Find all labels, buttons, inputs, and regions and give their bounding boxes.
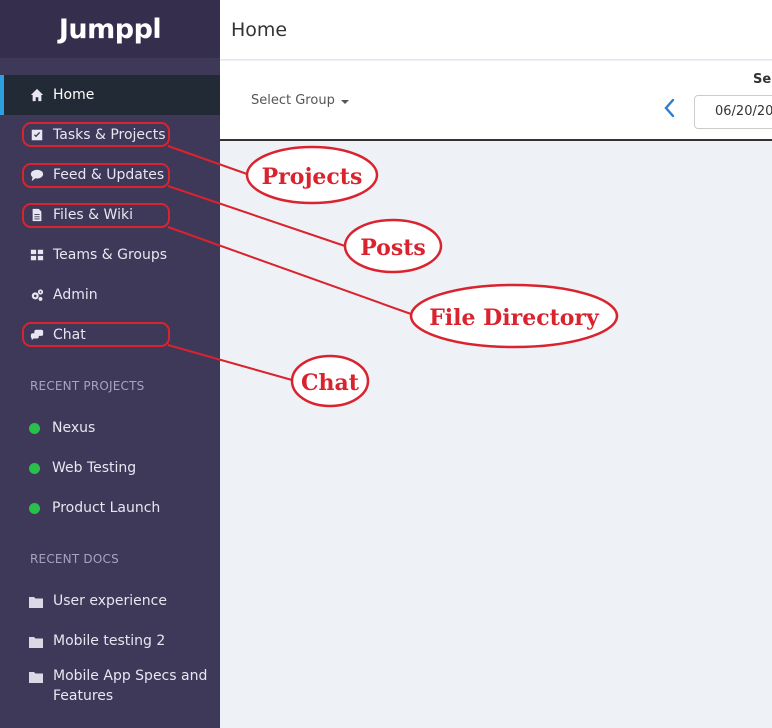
nav-label: Home (53, 87, 95, 103)
nav-item-home[interactable]: Home (0, 75, 220, 115)
caret-down-icon (340, 99, 349, 104)
select-group-dropdown[interactable]: Select Group (251, 93, 349, 108)
recent-projects-list: Nexus Web Testing Product Launch (0, 408, 220, 528)
sidebar: Jumppl Home Tasks & Projects Feed & Upda… (0, 0, 220, 728)
page-title: Home (231, 19, 288, 41)
doc-item-user-experience[interactable]: User experience (0, 581, 220, 621)
nav-item-feed-updates[interactable]: Feed & Updates (0, 155, 220, 195)
project-item-nexus[interactable]: Nexus (0, 408, 220, 448)
nav-item-files-wiki[interactable]: Files & Wiki (0, 195, 220, 235)
nav-label: Teams & Groups (53, 247, 168, 263)
recent-docs-title: RECENT DOCS (30, 552, 119, 566)
main-nav: Home Tasks & Projects Feed & Updates Fil… (0, 75, 220, 355)
status-dot (29, 502, 40, 514)
gears-icon (29, 287, 45, 303)
doc-label: Mobile testing 2 (53, 633, 166, 649)
logo-bar: Jumppl (0, 0, 220, 58)
callout-chat: Chat (301, 370, 360, 396)
chevron-left-icon[interactable] (662, 97, 678, 119)
callout-projects-bubble (245, 145, 379, 205)
project-label: Product Launch (52, 500, 161, 516)
project-label: Web Testing (52, 460, 137, 476)
folder-icon (29, 671, 43, 683)
nav-item-teams-groups[interactable]: Teams & Groups (0, 235, 220, 275)
select-date-label: Sel (753, 72, 772, 87)
date-input[interactable]: 06/20/20 (694, 95, 772, 129)
status-dot (29, 422, 40, 434)
nav-label: Chat (53, 327, 86, 343)
toolbar: Select Group Sel 06/20/20 (220, 61, 772, 141)
callout-file-directory-bubble (409, 283, 619, 349)
callout-projects: Projects (262, 164, 363, 190)
callout-posts: Posts (360, 235, 426, 261)
folder-icon (29, 636, 43, 648)
nav-label: Files & Wiki (53, 207, 133, 223)
nav-label: Feed & Updates (53, 167, 165, 183)
file-icon (29, 207, 45, 223)
nav-label: Tasks & Projects (53, 127, 166, 143)
checkbox-icon (29, 127, 45, 143)
grid-icon (29, 247, 45, 263)
app-logo[interactable]: Jumppl (59, 14, 162, 45)
comment-icon (29, 167, 45, 183)
nav-item-chat[interactable]: Chat (0, 315, 220, 355)
doc-label: Mobile App Specs and Features (53, 668, 208, 704)
callout-posts-bubble (343, 218, 443, 274)
doc-item-mobile-testing-2[interactable]: Mobile testing 2 (0, 621, 220, 661)
project-label: Nexus (52, 420, 96, 436)
nav-label: Admin (53, 287, 98, 303)
doc-label: User experience (53, 593, 167, 609)
doc-item-mobile-app-specs[interactable]: Mobile App Specs and Features (0, 661, 220, 713)
recent-docs-list: User experience Mobile testing 2 Mobile … (0, 581, 220, 713)
recent-projects-title: RECENT PROJECTS (30, 379, 145, 393)
home-icon (29, 87, 45, 103)
select-group-label: Select Group (251, 93, 335, 108)
callout-chat-bubble (290, 354, 370, 408)
project-item-web-testing[interactable]: Web Testing (0, 448, 220, 488)
callout-file-directory: File Directory (429, 305, 600, 331)
nav-item-admin[interactable]: Admin (0, 275, 220, 315)
folder-icon (29, 596, 43, 608)
status-dot (29, 462, 40, 474)
chat-icon (29, 327, 45, 343)
project-item-product-launch[interactable]: Product Launch (0, 488, 220, 528)
page-header: Home (220, 0, 772, 60)
nav-item-tasks-projects[interactable]: Tasks & Projects (0, 115, 220, 155)
